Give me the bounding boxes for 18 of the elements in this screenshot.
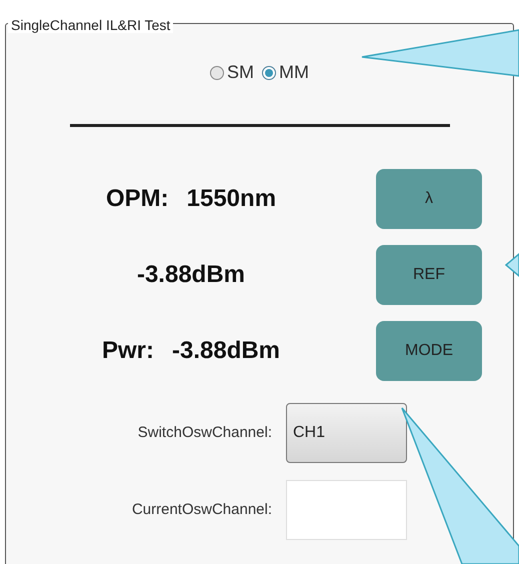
- reading-label: OPM:: [106, 184, 169, 214]
- channel-dropdown[interactable]: CH1: [286, 403, 407, 463]
- callout-shape: [505, 252, 519, 278]
- channel-field[interactable]: [286, 480, 407, 540]
- field-label: SwitchOswChannel:: [136, 422, 273, 443]
- reading-value: 1550nm: [186, 184, 276, 214]
- reading-label: Pwr:: [102, 336, 154, 366]
- reading-value: -3.88dBm: [172, 336, 280, 366]
- radio-button[interactable]: [210, 66, 224, 80]
- group-title: SingleChannel IL&RI Test: [8, 17, 174, 33]
- action-button[interactable]: λ: [376, 169, 482, 229]
- field-label: CurrentOswChannel:: [130, 500, 273, 520]
- action-button[interactable]: MODE: [376, 321, 482, 381]
- reading-value: -3.88dBm: [136, 260, 246, 290]
- radio-button[interactable]: [262, 66, 276, 80]
- radio-label: SM: [227, 61, 254, 84]
- radio-label: MM: [279, 61, 309, 84]
- action-button[interactable]: REF: [376, 245, 482, 305]
